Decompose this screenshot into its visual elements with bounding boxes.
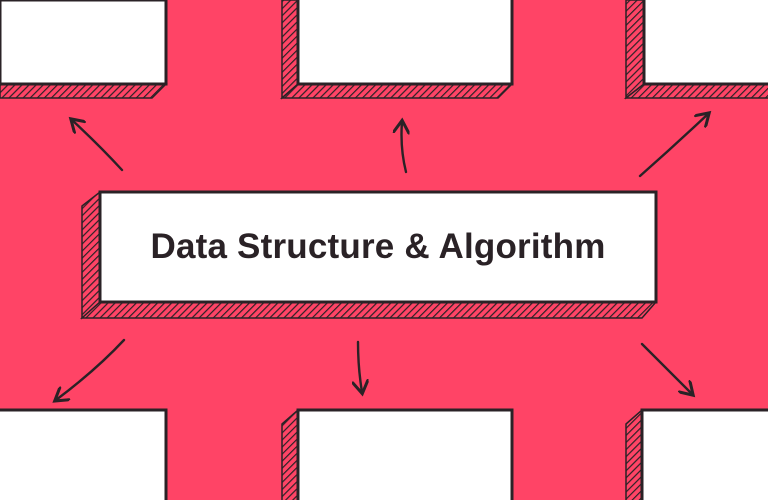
- arrow-up-right: [638, 114, 708, 178]
- card-top-center: [280, 0, 514, 100]
- arrow-down-left: [56, 338, 126, 400]
- card-bottom-center: [281, 408, 514, 500]
- arrow-up-left: [72, 120, 124, 172]
- card-top-right: [623, 0, 768, 100]
- card-top-left: [0, 0, 168, 99]
- card-bottom-right: [625, 408, 768, 500]
- arrow-up: [402, 122, 407, 174]
- illustration: Data Structure & Algorithm: [0, 0, 768, 500]
- card-bottom-left: [0, 408, 168, 500]
- arrow-down-right: [640, 342, 692, 394]
- arrow-down: [358, 340, 362, 392]
- page-title: Data Structure & Algorithm: [150, 227, 606, 266]
